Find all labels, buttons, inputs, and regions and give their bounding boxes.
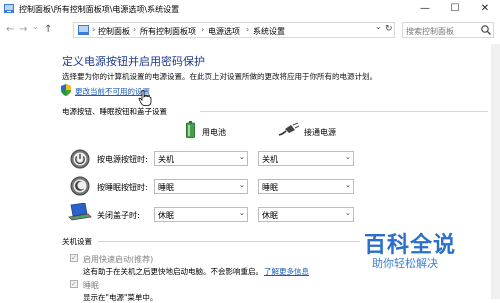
maximize-button[interactable]: ☐ (440, 0, 470, 18)
sleep-option-label: 睡眠 (83, 281, 99, 290)
laptop-lid-icon (68, 203, 92, 221)
back-button[interactable]: ← (6, 24, 14, 35)
breadcrumb-system-settings[interactable]: 系统设置 (253, 26, 285, 37)
breadcrumb-separator: › (246, 25, 250, 34)
minimize-button[interactable]: — (410, 0, 440, 18)
power-buttons-section-title: 电源按钮、睡眠按钮和盖子设置 (62, 107, 167, 116)
shutdown-section-title: 关机设置 (62, 237, 92, 246)
vertical-scrollbar[interactable] (491, 44, 500, 299)
section-divider (200, 111, 488, 112)
chevron-down-icon: ⌄ (239, 153, 245, 161)
breadcrumb-separator: › (133, 25, 137, 34)
address-history-dropdown[interactable]: ⌄ (375, 22, 382, 31)
chevron-down-icon: ⌄ (239, 181, 245, 189)
breadcrumb-all-items[interactable]: 所有控制面板项 (140, 26, 196, 37)
power-button-label: 按电源按钮时: (97, 155, 148, 164)
battery-column-header: 用电池 (202, 128, 226, 137)
chevron-down-icon: ⌄ (345, 153, 351, 161)
refresh-button[interactable]: ↻ (385, 24, 393, 34)
breadcrumb-separator: › (201, 25, 205, 34)
chevron-down-icon: ⌄ (345, 181, 351, 189)
close-lid-plugged-value: 休眠 (262, 211, 278, 220)
breadcrumb-control-panel[interactable]: 控制面板 (98, 26, 130, 37)
power-button-battery-value: 关机 (158, 155, 174, 164)
breadcrumb-power-options[interactable]: 电源选项 (208, 26, 240, 37)
hand-cursor-icon (138, 90, 152, 106)
sleep-button-plugged-value: 睡眠 (262, 183, 278, 192)
sleep-button-icon (70, 176, 90, 196)
sleep-button-label: 按睡眠按钮时: (97, 183, 148, 192)
control-panel-small-icon (78, 25, 89, 35)
battery-icon (186, 121, 195, 138)
page-description: 选择要为你的计算机设置的电源设置。在此页上对设置所做的更改将应用于你所有的电源计… (62, 72, 377, 81)
power-button-plugged-value: 关机 (262, 155, 278, 164)
checkmark-icon: ✓ (71, 254, 77, 262)
power-plug-icon (278, 122, 299, 136)
window-title: 控制面板\所有控制面板项\电源选项\系统设置 (19, 5, 180, 14)
section-divider (98, 241, 360, 242)
page-title: 定义电源按钮并启用密码保护 (62, 55, 205, 68)
watermark-slogan: 助你轻松解决 (372, 257, 438, 270)
fast-startup-label: 启用快速启动(推荐) (83, 255, 154, 264)
sleep-button-battery-value: 睡眠 (158, 183, 174, 192)
close-lid-label: 关闭盖子时: (97, 211, 140, 220)
close-button[interactable]: ✕ (470, 0, 500, 18)
breadcrumb-separator: › (92, 25, 96, 34)
checkmark-icon: ✓ (71, 280, 77, 288)
sleep-option-description: 显示在"电源"菜单中。 (83, 293, 158, 302)
close-lid-battery-value: 休眠 (158, 211, 174, 220)
search-placeholder[interactable]: 搜索控制面板 (406, 26, 454, 37)
fast-startup-description: 这有助于在关机之后更快地启动电脑。不会影响重启。 (83, 267, 263, 276)
power-button-icon (70, 149, 90, 169)
learn-more-link[interactable]: 了解更多信息 (264, 266, 309, 277)
plugged-in-column-header: 接通电源 (304, 128, 336, 137)
forward-button[interactable]: → (19, 24, 27, 35)
recent-pages-dropdown[interactable]: ⌄ (32, 22, 39, 31)
up-button[interactable]: ↑ (44, 24, 52, 35)
search-icon[interactable] (480, 24, 492, 36)
chevron-down-icon: ⌄ (239, 209, 245, 217)
uac-shield-icon (61, 84, 71, 96)
control-panel-icon (4, 4, 14, 13)
chevron-down-icon: ⌄ (345, 209, 351, 217)
